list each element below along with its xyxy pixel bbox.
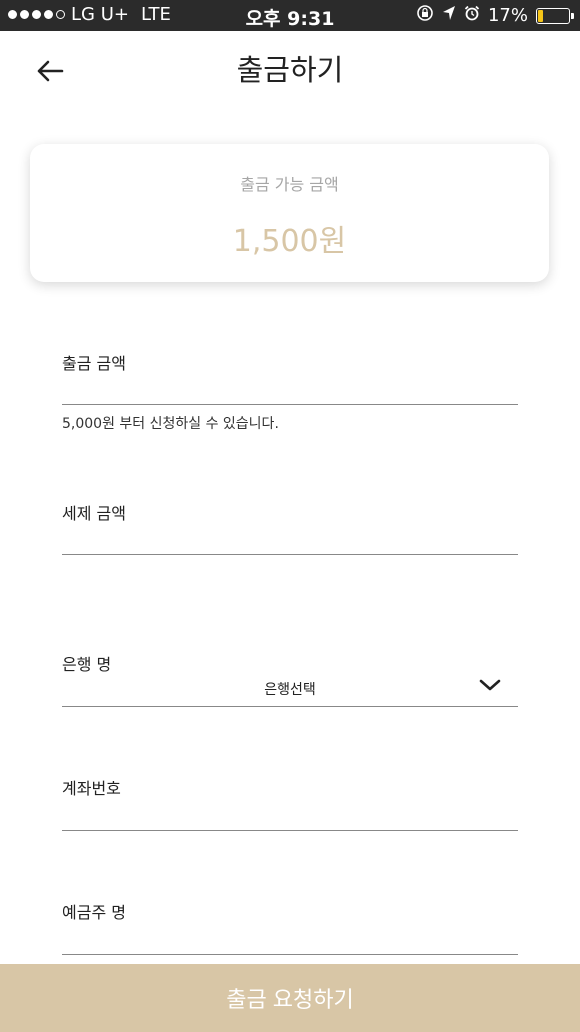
battery-level <box>538 9 543 22</box>
bank-select[interactable]: 은행선택 <box>62 667 518 707</box>
alarm-clock-icon <box>464 5 480 26</box>
account-number-label: 계좌번호 <box>62 779 121 798</box>
status-bar: LG U+ LTE 오후 9:31 17% <box>0 0 580 31</box>
account-holder-input[interactable] <box>62 925 518 955</box>
bank-name-field: 은행 명 은행선택 <box>62 651 518 711</box>
battery-percent: 17% <box>487 5 528 26</box>
account-holder-label: 예금주 명 <box>62 903 126 922</box>
tax-amount-field: 세제 금액 <box>62 500 518 560</box>
withdraw-amount-input[interactable] <box>62 375 518 405</box>
tax-amount-input[interactable] <box>62 525 518 555</box>
withdraw-amount-label: 출금 금액 <box>62 354 126 373</box>
rotation-lock-icon <box>416 4 434 27</box>
submit-withdraw-button[interactable]: 출금 요청하기 <box>0 964 580 1032</box>
bank-select-value: 은행선택 <box>264 682 316 698</box>
tax-amount-label: 세제 금액 <box>62 504 126 523</box>
balance-label: 출금 가능 금액 <box>240 175 339 194</box>
header: 출금하기 <box>0 31 580 109</box>
location-arrow-icon <box>442 5 456 26</box>
battery-icon <box>536 7 574 24</box>
balance-amount: 1,500원 <box>232 224 347 259</box>
balance-card: 출금 가능 금액 1,500원 <box>30 144 549 282</box>
withdraw-amount-field: 출금 금액 5,000원 부터 신청하실 수 있습니다. <box>62 350 518 440</box>
account-number-field: 계좌번호 <box>62 775 518 835</box>
withdraw-amount-hint: 5,000원 부터 신청하실 수 있습니다. <box>62 416 279 432</box>
status-bar-right: 17% <box>416 4 574 27</box>
chevron-down-icon <box>479 679 501 691</box>
account-number-input[interactable] <box>62 801 518 831</box>
page-title: 출금하기 <box>236 53 344 87</box>
account-holder-field: 예금주 명 <box>62 899 518 959</box>
